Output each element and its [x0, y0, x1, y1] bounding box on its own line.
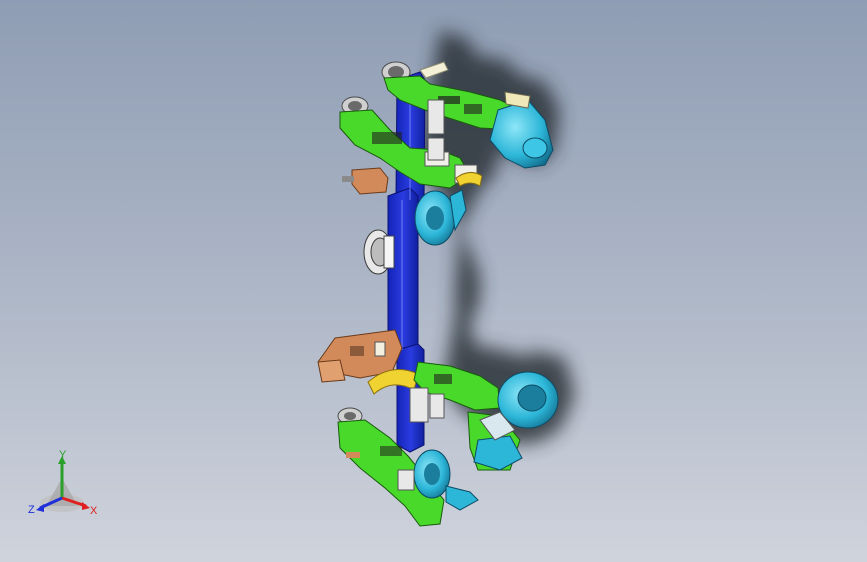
y-axis-label: Y	[59, 449, 67, 461]
middle-disk[interactable]	[363, 229, 395, 275]
upper-bracket[interactable]	[342, 167, 389, 195]
x-axis-label: X	[90, 505, 98, 517]
graphics-viewport[interactable]: Y Z X	[0, 0, 867, 562]
z-axis-arrow	[36, 504, 44, 512]
axis-triad: Y Z X	[22, 448, 106, 524]
z-axis-label: Z	[28, 504, 35, 516]
x-axis-arrow	[82, 502, 90, 510]
assembly-model[interactable]	[0, 0, 867, 562]
